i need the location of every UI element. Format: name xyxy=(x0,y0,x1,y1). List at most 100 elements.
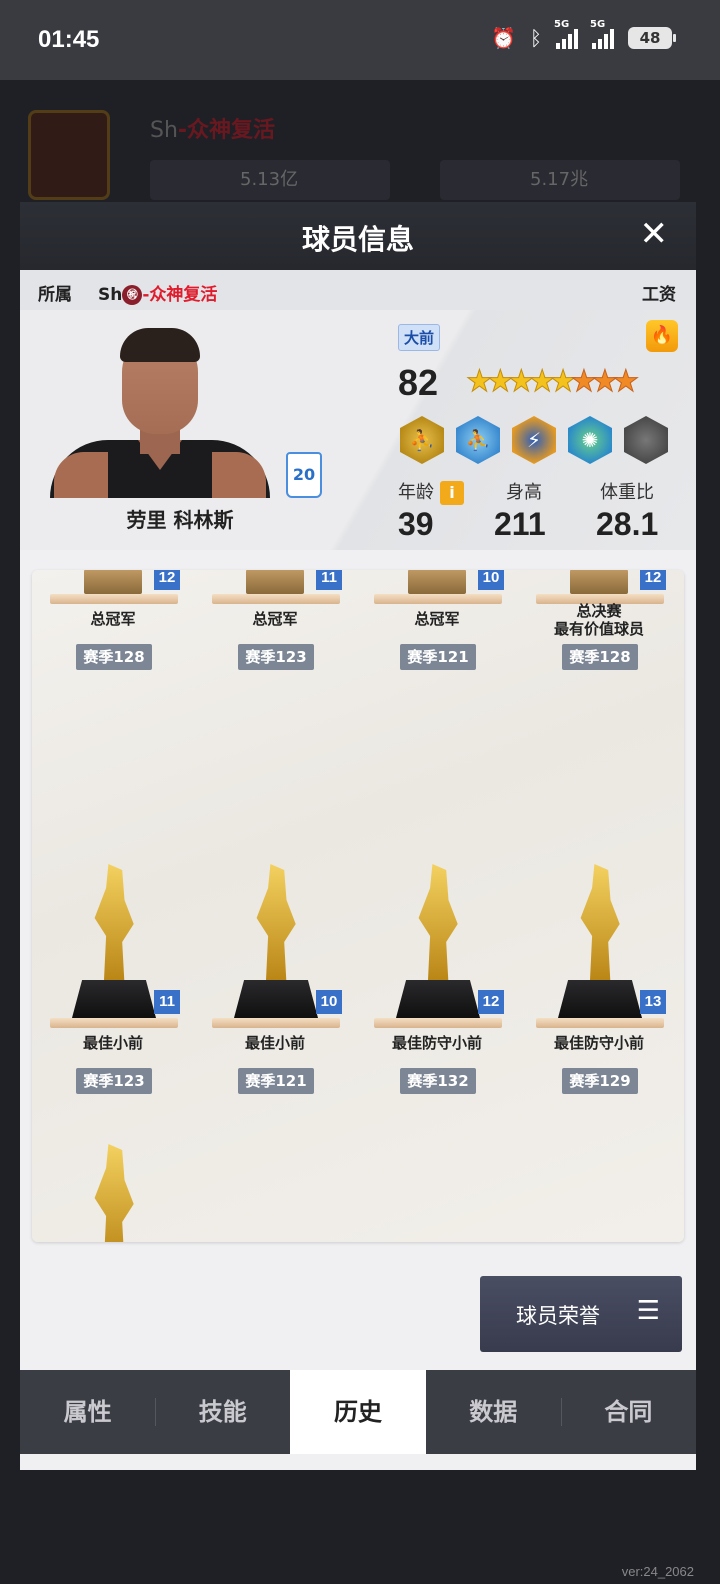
star-icon: ★ xyxy=(591,364,619,400)
honor-name: 总冠军 xyxy=(414,610,460,628)
honors-grid: 12 总冠军赛季128 11 总冠军 赛季123 10 总冠军赛季121 12 总决赛 最有价值… xyxy=(32,570,684,1242)
star-icon: ★ xyxy=(486,364,514,400)
close-icon[interactable]: ✕ xyxy=(640,214,669,254)
honor-name: 最佳小前 xyxy=(244,1034,305,1052)
trophy-figure-icon xyxy=(580,864,620,984)
overall-rating: 82 xyxy=(398,362,439,403)
honor-card[interactable]: 13 最佳防守小前赛季129 xyxy=(518,830,680,1098)
honor-name: 总冠军 xyxy=(90,610,136,628)
honor-card[interactable]: 10 总冠军 赛季121 xyxy=(356,570,518,674)
affiliation-team: Sh ㊗ -众神复活 xyxy=(98,285,218,305)
bluetooth-icon: ᛒ xyxy=(530,26,542,50)
signal-icon: 5G xyxy=(590,19,614,49)
honor-card[interactable]: 12 总决赛 最有价值球员赛季128 xyxy=(518,570,680,674)
trophy-shelf xyxy=(212,594,340,604)
trophy-base xyxy=(72,980,156,1018)
jersey-number-icon: 20 xyxy=(286,452,322,498)
tab-bar: 属性 技能 历史 数据 合同 xyxy=(20,1370,696,1454)
honor-card[interactable]: 11 总冠军 赛季123 xyxy=(194,570,356,674)
team-badge-icon: ㊗ xyxy=(122,285,143,305)
status-icons: ⏰ ᛒ 5G 5G 48 xyxy=(491,19,676,50)
trophy-shelf xyxy=(212,1018,340,1028)
player-portrait xyxy=(50,328,270,498)
diamond-counter: 5.17兆 xyxy=(440,160,680,200)
star-icon: ★ xyxy=(612,364,640,400)
dunk-silhouette-icon[interactable]: ⛹ xyxy=(456,416,500,464)
affiliation-bar: 所属 Sh ㊗ -众神复活 工资 xyxy=(20,270,696,310)
honor-name: 最佳小前 xyxy=(82,1034,143,1052)
trophy-shelf xyxy=(374,594,502,604)
tab-2[interactable]: 历史 xyxy=(290,1370,426,1454)
star-icon: ★ xyxy=(528,364,556,400)
trophy-base xyxy=(234,980,318,1018)
locked-hex-icon[interactable] xyxy=(624,416,668,464)
trophy-figure-icon xyxy=(94,864,134,984)
trophy-base xyxy=(558,980,642,1018)
honor-season-badge: 赛季128 xyxy=(562,644,638,670)
honor-card[interactable]: 12 总冠军 赛季128 xyxy=(32,570,194,674)
info-icon[interactable]: i xyxy=(440,481,464,505)
honor-season-badge: 赛季128 xyxy=(76,644,152,670)
tab-1[interactable]: 技能 xyxy=(155,1370,290,1454)
trophy-cup-icon xyxy=(408,570,466,594)
honor-name: 最佳防守小前 xyxy=(391,1034,482,1052)
trophy-shelf xyxy=(50,1018,178,1028)
honor-card[interactable]: 12 最佳防守小前 赛季132 xyxy=(356,830,518,1098)
bg-team-name: Sh-众神复活 xyxy=(150,118,276,143)
battery-icon: 48 xyxy=(628,27,676,49)
fire-icon[interactable]: 🔥 xyxy=(646,320,678,352)
signal-icon: 5G xyxy=(554,19,578,49)
player-name: 劳里 科林斯 xyxy=(126,508,234,532)
honor-name: 总决赛 最有价值球员 xyxy=(553,602,644,638)
trophy-shelf xyxy=(536,1018,664,1028)
honor-name: 最佳防守小前 xyxy=(553,1034,644,1052)
trophy-shelf xyxy=(50,594,178,604)
modal-header: 球员信息 ✕ xyxy=(20,202,696,270)
honor-count-badge: 13 xyxy=(640,990,666,1014)
trophy-figure-icon xyxy=(94,1144,134,1242)
tab-0[interactable]: 属性 xyxy=(20,1370,155,1454)
web-icon[interactable]: ✺ xyxy=(568,416,612,464)
modal-title: 球员信息 xyxy=(301,223,414,256)
height-label: 身高 xyxy=(506,482,542,503)
tab-4[interactable]: 合同 xyxy=(560,1370,696,1454)
alarm-icon: ⏰ xyxy=(491,26,516,50)
honor-card[interactable]: 11 最佳小前 赛季123 xyxy=(32,830,194,1098)
salary-label[interactable]: 工资 xyxy=(642,280,676,305)
player-silhouette-icon[interactable]: ⛹ xyxy=(400,416,444,464)
star-rating: ★★★★★★★★ xyxy=(466,364,640,400)
affiliation-label: 所属 xyxy=(38,285,72,305)
weight-value: 28.1 xyxy=(596,506,659,542)
lightning-icon[interactable]: ⚡ xyxy=(512,416,556,464)
honor-card[interactable]: 11最佳防守小前赛季123 xyxy=(32,1110,194,1242)
position-tag: 大前 xyxy=(398,324,441,351)
tab-3[interactable]: 数据 xyxy=(426,1370,561,1454)
honor-count-badge: 12 xyxy=(640,570,666,590)
trophy-base xyxy=(396,980,480,1018)
player-card: 20 劳里 科林斯 大前 🔥 82 ★★★★★★★★ ⛹ ⛹ ⚡ ✺ 年龄 i 39 身… xyxy=(20,310,696,550)
honor-season-badge: 赛季129 xyxy=(562,1068,638,1094)
menu-icon: ☰ xyxy=(636,1296,660,1326)
weight-label: 体重比 xyxy=(600,482,654,503)
team-logo xyxy=(28,110,110,200)
skill-badges: ⛹ ⛹ ⚡ ✺ xyxy=(400,416,668,464)
trophy-figure-icon xyxy=(256,864,296,984)
player-info-modal: 球员信息 ✕ 所属 Sh ㊗ -众神复活 工资 20 劳里 科林斯 大前 🔥 82 … xyxy=(20,202,696,1470)
honor-season-badge: 赛季132 xyxy=(400,1068,476,1094)
star-icon: ★ xyxy=(507,364,535,400)
age-label: 年龄 i xyxy=(398,478,464,505)
honor-card[interactable]: 10 最佳小前赛季121 xyxy=(194,830,356,1098)
honor-count-badge: 11 xyxy=(316,570,342,590)
honor-season-badge: 赛季121 xyxy=(238,1068,314,1094)
bg-bottom-nav xyxy=(0,1450,720,1584)
trophy-cup-icon xyxy=(246,570,304,594)
age-value: 39 xyxy=(398,506,434,542)
star-icon: ★ xyxy=(549,364,577,400)
player-honors-button[interactable]: 球员荣誉 ☰ xyxy=(480,1276,682,1352)
honor-count-badge: 10 xyxy=(316,990,342,1014)
trophy-shelf xyxy=(374,1018,502,1028)
height-value: 211 xyxy=(494,506,546,542)
honor-season-badge: 赛季121 xyxy=(400,644,476,670)
trophy-cup-icon xyxy=(570,570,628,594)
honor-count-badge: 11 xyxy=(154,990,180,1014)
